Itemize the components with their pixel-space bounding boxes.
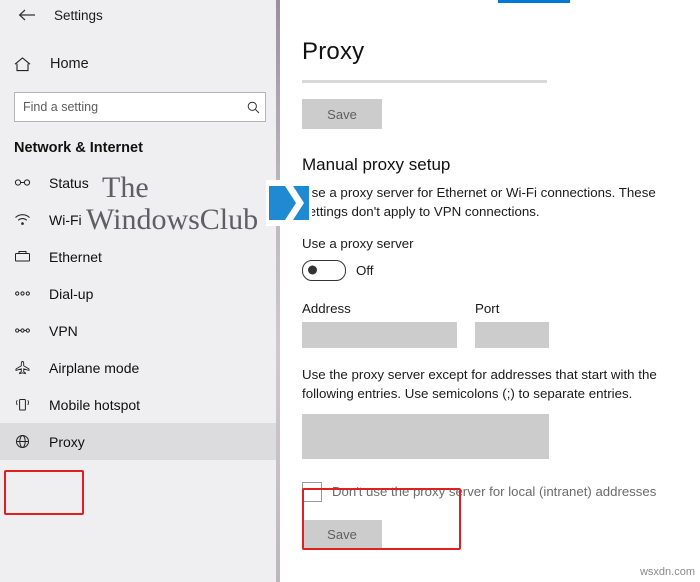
manual-proxy-setup-heading: Manual proxy setup [302, 155, 451, 174]
corner-brand-text: wsxdn.com [639, 566, 695, 578]
wifi-icon [14, 212, 38, 227]
sidebar-item-mobile-hotspot[interactable]: Mobile hotspot [0, 386, 280, 423]
status-icon [14, 175, 38, 190]
sidebar-item-dial-up-label: Dial-up [49, 285, 94, 302]
use-proxy-server-toggle-row[interactable]: Off [302, 259, 452, 281]
address-field-group: Address [302, 301, 457, 348]
sidebar-item-mobile-hotspot-label: Mobile hotspot [49, 396, 141, 413]
sidebar-item-proxy-label: Proxy [49, 433, 85, 450]
windows-club-logo-icon [266, 180, 312, 226]
title-divider [302, 80, 547, 83]
local-addresses-checkbox[interactable] [302, 481, 322, 502]
toggle-knob [308, 265, 317, 275]
sidebar-item-dial-up[interactable]: Dial-up [0, 275, 280, 312]
vpn-icon [14, 323, 38, 338]
globe-icon [14, 434, 38, 449]
use-proxy-server-toggle[interactable] [302, 259, 346, 281]
address-label: Address [302, 300, 351, 316]
use-proxy-server-state: Off [356, 262, 374, 278]
address-input[interactable] [302, 321, 457, 348]
sidebar-item-status-label: Status [49, 174, 89, 191]
sidebar-item-home-label: Home [50, 56, 89, 72]
sidebar-item-wifi-label: Wi-Fi [49, 211, 82, 228]
sidebar-item-proxy[interactable]: Proxy [0, 423, 280, 460]
save-button-top[interactable]: Save [302, 99, 382, 129]
search-input[interactable] [15, 99, 241, 115]
proxy-nav-highlight-box [4, 470, 84, 515]
sidebar-titlebar: Settings [0, 0, 280, 30]
local-addresses-checkbox-row[interactable]: Don't use the proxy server for local (in… [302, 481, 700, 502]
port-label: Port [475, 300, 500, 316]
use-proxy-server-label: Use a proxy server [302, 235, 414, 251]
sidebar-item-vpn[interactable]: VPN [0, 312, 280, 349]
page-title: Proxy [302, 38, 365, 65]
sidebar-item-ethernet-label: Ethernet [49, 248, 102, 265]
sidebar-item-wifi[interactable]: Wi-Fi [0, 201, 280, 238]
sidebar-item-status[interactable]: Status [0, 164, 280, 201]
sidebar-nav-list: Status Wi-Fi Ethernet Dial-up VPN Airpla… [0, 164, 280, 460]
ethernet-icon [14, 249, 38, 264]
search-box[interactable] [14, 92, 266, 122]
airplane-icon [14, 360, 38, 375]
exceptions-description: Use the proxy server except for addresse… [302, 366, 657, 401]
main-content: Proxy Save Manual proxy setup Use a prox… [280, 0, 700, 582]
local-addresses-label: Don't use the proxy server for local (in… [332, 484, 657, 499]
sidebar-item-vpn-label: VPN [49, 322, 78, 339]
accent-top-line [498, 0, 570, 3]
home-icon [14, 56, 40, 72]
sidebar-item-home[interactable]: Home [0, 46, 280, 82]
port-input[interactable] [475, 321, 549, 348]
sidebar-section-header: Network & Internet [14, 140, 143, 156]
settings-title: Settings [54, 7, 103, 23]
sidebar: Settings Home Network & Internet [0, 0, 280, 582]
dialup-icon [14, 286, 38, 301]
sidebar-item-airplane-mode-label: Airplane mode [49, 359, 140, 376]
manual-proxy-description: Use a proxy server for Ethernet or Wi-Fi… [302, 185, 656, 219]
proxy-address-port-row: Address Port [302, 301, 700, 348]
sidebar-item-airplane-mode[interactable]: Airplane mode [0, 349, 280, 386]
save-button-bottom[interactable]: Save [302, 519, 382, 550]
search-icon[interactable] [241, 101, 265, 114]
use-proxy-server-block: Use a proxy server Off [302, 235, 461, 550]
port-field-group: Port [475, 301, 549, 348]
back-arrow-icon[interactable] [14, 4, 40, 26]
hotspot-icon [14, 397, 38, 412]
exceptions-input[interactable] [302, 413, 549, 459]
settings-window: Settings Home Network & Internet [0, 0, 700, 582]
sidebar-item-ethernet[interactable]: Ethernet [0, 238, 280, 275]
